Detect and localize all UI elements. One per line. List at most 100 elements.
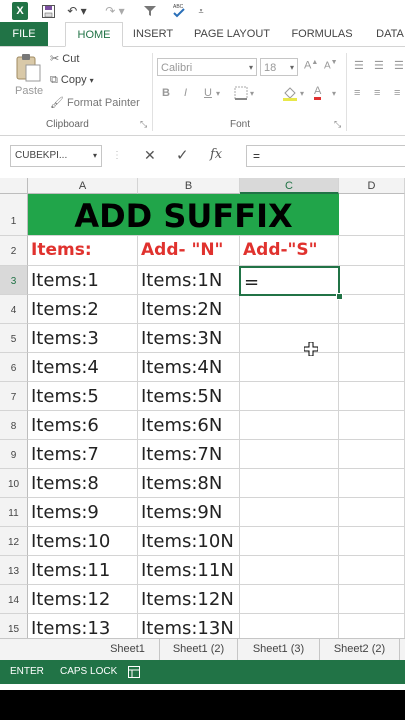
underline-button[interactable]: U [204, 87, 212, 99]
item-n-cell[interactable]: Items:8N [138, 469, 240, 498]
tab-formulas[interactable]: FORMULAS [286, 22, 358, 46]
column-header-b[interactable]: B [138, 178, 240, 194]
row-header-6[interactable]: 6 [0, 353, 28, 382]
empty-cell[interactable] [339, 295, 405, 324]
cancel-icon[interactable]: ✕ [144, 147, 156, 164]
insert-function-icon[interactable]: fx [210, 147, 222, 162]
item-cell[interactable]: Items:8 [28, 469, 138, 498]
row-header-1[interactable]: 1 [0, 194, 28, 236]
tab-page-layout[interactable]: PAGE LAYOUT [190, 22, 274, 46]
empty-cell[interactable] [240, 469, 339, 498]
empty-cell[interactable] [240, 295, 339, 324]
item-n-cell[interactable]: Items:5N [138, 382, 240, 411]
item-cell[interactable]: Items:6 [28, 411, 138, 440]
chevron-down-icon[interactable]: ▾ [300, 89, 304, 98]
chevron-down-icon[interactable]: ▾ [332, 89, 336, 98]
empty-cell[interactable] [240, 527, 339, 556]
item-n-cell[interactable]: Items:6N [138, 411, 240, 440]
tab-data[interactable]: DATA [370, 22, 405, 46]
item-n-cell[interactable]: Items:7N [138, 440, 240, 469]
header-cell-add-n[interactable]: Add- "N" [138, 236, 240, 266]
cut-button[interactable]: ✂ Cut [50, 52, 79, 65]
empty-cell[interactable] [339, 614, 405, 638]
row-header-12[interactable]: 12 [0, 527, 28, 556]
column-header-c[interactable]: C [240, 178, 339, 194]
tab-home[interactable]: HOME [65, 22, 123, 47]
sheet-tab-sheet1-2[interactable]: Sheet1 (2) [160, 639, 238, 660]
customize-qat-icon[interactable]: ⩡ [196, 2, 206, 20]
item-cell[interactable]: Items:1 [28, 266, 138, 295]
row-header-3[interactable]: 3 [0, 266, 28, 295]
item-cell[interactable]: Items:9 [28, 498, 138, 527]
font-size-select[interactable]: 18 ▾ [260, 58, 298, 76]
item-n-cell[interactable]: Items:12N [138, 585, 240, 614]
item-n-cell[interactable]: Items:10N [138, 527, 240, 556]
paste-button[interactable] [14, 53, 42, 86]
clipboard-launcher-icon[interactable]: ⤡ [140, 119, 147, 130]
empty-cell[interactable] [240, 353, 339, 382]
align-middle-icon[interactable]: ☰ [374, 59, 384, 72]
item-cell[interactable]: Items:5 [28, 382, 138, 411]
filter-icon[interactable] [142, 2, 158, 20]
row-header-10[interactable]: 10 [0, 469, 28, 498]
align-left-icon[interactable]: ≡ [354, 87, 360, 99]
row-header-8[interactable]: 8 [0, 411, 28, 440]
row-header-7[interactable]: 7 [0, 382, 28, 411]
empty-cell[interactable] [240, 556, 339, 585]
item-n-cell[interactable]: Items:1N [138, 266, 240, 295]
chevron-down-icon[interactable]: ▾ [216, 89, 220, 98]
align-top-icon[interactable]: ☰ [354, 59, 364, 72]
borders-button[interactable] [234, 86, 248, 103]
empty-cell[interactable] [339, 411, 405, 440]
empty-cell[interactable] [339, 382, 405, 411]
row-header-14[interactable]: 14 [0, 585, 28, 614]
item-cell[interactable]: Items:3 [28, 324, 138, 353]
row-header-13[interactable]: 13 [0, 556, 28, 585]
copy-button[interactable]: ⧉ Copy ▾ [50, 74, 94, 87]
worksheet-grid[interactable]: A B C D 1 2 3 4 5 6 7 8 9 10 11 12 13 14 15 ADD SUFFIX… [0, 178, 405, 638]
undo-icon[interactable]: ↶ ▾ [66, 2, 88, 20]
row-header-9[interactable]: 9 [0, 440, 28, 469]
save-icon[interactable] [40, 2, 56, 20]
row-header-15[interactable]: 15 [0, 614, 28, 638]
sheet-tab-sheet1[interactable]: Sheet1 [96, 639, 160, 660]
empty-cell[interactable] [339, 353, 405, 382]
empty-cell[interactable] [339, 324, 405, 353]
sheet-tab-sheet2-2[interactable]: Sheet2 (2) [320, 639, 400, 660]
empty-cell[interactable] [339, 440, 405, 469]
item-n-cell[interactable]: Items:11N [138, 556, 240, 585]
select-all-button[interactable] [0, 178, 28, 194]
row-header-5[interactable]: 5 [0, 324, 28, 353]
empty-cell[interactable] [339, 556, 405, 585]
align-center-icon[interactable]: ≡ [374, 87, 380, 99]
header-cell-items[interactable]: Items: [28, 236, 138, 266]
header-cell-add-s[interactable]: Add-"S" [240, 236, 339, 266]
sheet-tab-sheet1-3[interactable]: Sheet1 (3) [238, 639, 320, 660]
align-bottom-icon[interactable]: ☰ [394, 59, 404, 72]
align-right-icon[interactable]: ≡ [394, 87, 400, 99]
item-n-cell[interactable]: Items:13N [138, 614, 240, 638]
empty-cell[interactable] [339, 266, 405, 295]
tab-insert[interactable]: INSERT [126, 22, 180, 46]
empty-cell[interactable] [240, 498, 339, 527]
macro-record-icon[interactable] [128, 666, 140, 678]
item-n-cell[interactable]: Items:3N [138, 324, 240, 353]
bold-button[interactable]: B [162, 87, 170, 99]
redo-icon[interactable]: ↷ ▾ [104, 2, 126, 20]
empty-cell[interactable] [240, 411, 339, 440]
item-n-cell[interactable]: Items:2N [138, 295, 240, 324]
item-cell[interactable]: Items:10 [28, 527, 138, 556]
cell-d1[interactable] [339, 194, 405, 236]
chevron-down-icon[interactable]: ▾ [250, 89, 254, 98]
formula-input[interactable]: = [246, 145, 405, 167]
font-launcher-icon[interactable]: ⤡ [334, 119, 341, 130]
empty-cell[interactable] [339, 527, 405, 556]
format-painter-button[interactable]: 🖌 Format Painter [50, 96, 140, 109]
item-n-cell[interactable]: Items:4N [138, 353, 240, 382]
decrease-font-button[interactable]: A▼ [324, 59, 338, 71]
item-cell[interactable]: Items:11 [28, 556, 138, 585]
item-cell[interactable]: Items:13 [28, 614, 138, 638]
empty-cell[interactable] [240, 614, 339, 638]
empty-cell[interactable] [339, 498, 405, 527]
empty-cell[interactable] [339, 469, 405, 498]
